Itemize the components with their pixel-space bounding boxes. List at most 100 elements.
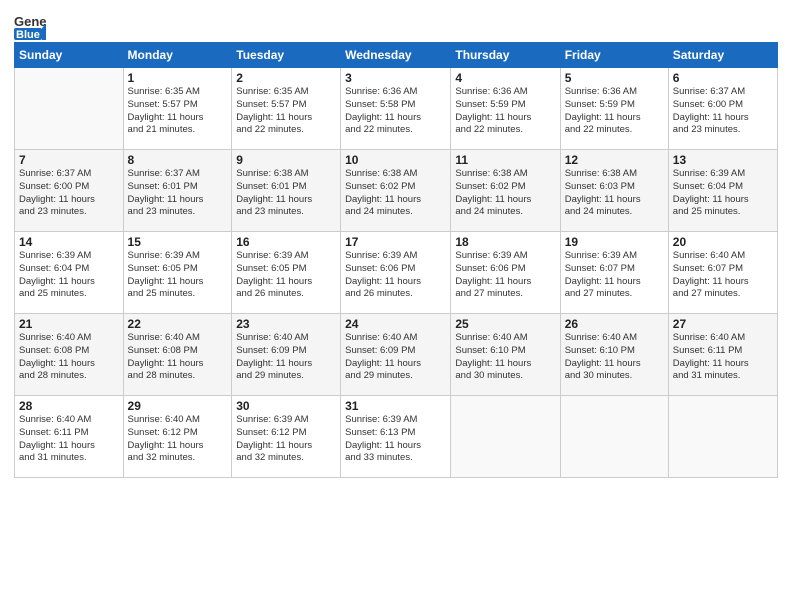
calendar-cell: 19Sunrise: 6:39 AM Sunset: 6:07 PM Dayli… bbox=[560, 232, 668, 314]
calendar-cell: 20Sunrise: 6:40 AM Sunset: 6:07 PM Dayli… bbox=[668, 232, 777, 314]
day-info: Sunrise: 6:39 AM Sunset: 6:04 PM Dayligh… bbox=[19, 250, 119, 301]
calendar-cell bbox=[560, 396, 668, 478]
day-info: Sunrise: 6:35 AM Sunset: 5:57 PM Dayligh… bbox=[128, 86, 228, 137]
calendar-cell: 25Sunrise: 6:40 AM Sunset: 6:10 PM Dayli… bbox=[451, 314, 560, 396]
calendar-cell: 22Sunrise: 6:40 AM Sunset: 6:08 PM Dayli… bbox=[123, 314, 232, 396]
day-number: 19 bbox=[565, 235, 664, 249]
calendar-cell: 30Sunrise: 6:39 AM Sunset: 6:12 PM Dayli… bbox=[232, 396, 341, 478]
day-number: 20 bbox=[673, 235, 773, 249]
day-info: Sunrise: 6:40 AM Sunset: 6:11 PM Dayligh… bbox=[673, 332, 773, 383]
calendar-cell: 1Sunrise: 6:35 AM Sunset: 5:57 PM Daylig… bbox=[123, 68, 232, 150]
day-number: 21 bbox=[19, 317, 119, 331]
day-info: Sunrise: 6:38 AM Sunset: 6:01 PM Dayligh… bbox=[236, 168, 336, 219]
day-number: 30 bbox=[236, 399, 336, 413]
calendar-cell: 17Sunrise: 6:39 AM Sunset: 6:06 PM Dayli… bbox=[341, 232, 451, 314]
calendar-header-wednesday: Wednesday bbox=[341, 43, 451, 68]
calendar-cell: 23Sunrise: 6:40 AM Sunset: 6:09 PM Dayli… bbox=[232, 314, 341, 396]
day-number: 12 bbox=[565, 153, 664, 167]
day-number: 3 bbox=[345, 71, 446, 85]
calendar-header-tuesday: Tuesday bbox=[232, 43, 341, 68]
calendar-cell: 31Sunrise: 6:39 AM Sunset: 6:13 PM Dayli… bbox=[341, 396, 451, 478]
calendar-cell: 18Sunrise: 6:39 AM Sunset: 6:06 PM Dayli… bbox=[451, 232, 560, 314]
calendar-cell: 27Sunrise: 6:40 AM Sunset: 6:11 PM Dayli… bbox=[668, 314, 777, 396]
day-info: Sunrise: 6:37 AM Sunset: 6:00 PM Dayligh… bbox=[19, 168, 119, 219]
day-number: 13 bbox=[673, 153, 773, 167]
day-number: 15 bbox=[128, 235, 228, 249]
day-number: 14 bbox=[19, 235, 119, 249]
day-number: 1 bbox=[128, 71, 228, 85]
day-number: 11 bbox=[455, 153, 555, 167]
calendar-header-monday: Monday bbox=[123, 43, 232, 68]
day-info: Sunrise: 6:36 AM Sunset: 5:59 PM Dayligh… bbox=[565, 86, 664, 137]
calendar-cell: 11Sunrise: 6:38 AM Sunset: 6:02 PM Dayli… bbox=[451, 150, 560, 232]
calendar-cell: 7Sunrise: 6:37 AM Sunset: 6:00 PM Daylig… bbox=[15, 150, 124, 232]
day-info: Sunrise: 6:36 AM Sunset: 5:59 PM Dayligh… bbox=[455, 86, 555, 137]
calendar-header-sunday: Sunday bbox=[15, 43, 124, 68]
day-number: 22 bbox=[128, 317, 228, 331]
calendar-cell: 10Sunrise: 6:38 AM Sunset: 6:02 PM Dayli… bbox=[341, 150, 451, 232]
calendar-header-friday: Friday bbox=[560, 43, 668, 68]
calendar-cell: 14Sunrise: 6:39 AM Sunset: 6:04 PM Dayli… bbox=[15, 232, 124, 314]
header: General Blue bbox=[14, 10, 778, 38]
calendar-cell: 29Sunrise: 6:40 AM Sunset: 6:12 PM Dayli… bbox=[123, 396, 232, 478]
calendar-cell: 24Sunrise: 6:40 AM Sunset: 6:09 PM Dayli… bbox=[341, 314, 451, 396]
calendar-header-row: SundayMondayTuesdayWednesdayThursdayFrid… bbox=[15, 43, 778, 68]
calendar-cell: 16Sunrise: 6:39 AM Sunset: 6:05 PM Dayli… bbox=[232, 232, 341, 314]
day-info: Sunrise: 6:40 AM Sunset: 6:10 PM Dayligh… bbox=[565, 332, 664, 383]
day-info: Sunrise: 6:38 AM Sunset: 6:03 PM Dayligh… bbox=[565, 168, 664, 219]
calendar-cell: 5Sunrise: 6:36 AM Sunset: 5:59 PM Daylig… bbox=[560, 68, 668, 150]
calendar-week-row: 28Sunrise: 6:40 AM Sunset: 6:11 PM Dayli… bbox=[15, 396, 778, 478]
logo-icon: General Blue bbox=[14, 10, 46, 42]
day-number: 8 bbox=[128, 153, 228, 167]
day-info: Sunrise: 6:39 AM Sunset: 6:06 PM Dayligh… bbox=[455, 250, 555, 301]
calendar-week-row: 7Sunrise: 6:37 AM Sunset: 6:00 PM Daylig… bbox=[15, 150, 778, 232]
calendar-week-row: 14Sunrise: 6:39 AM Sunset: 6:04 PM Dayli… bbox=[15, 232, 778, 314]
calendar-cell: 3Sunrise: 6:36 AM Sunset: 5:58 PM Daylig… bbox=[341, 68, 451, 150]
calendar-cell: 4Sunrise: 6:36 AM Sunset: 5:59 PM Daylig… bbox=[451, 68, 560, 150]
calendar-cell bbox=[451, 396, 560, 478]
calendar-header-saturday: Saturday bbox=[668, 43, 777, 68]
calendar-week-row: 1Sunrise: 6:35 AM Sunset: 5:57 PM Daylig… bbox=[15, 68, 778, 150]
day-number: 24 bbox=[345, 317, 446, 331]
calendar-cell: 28Sunrise: 6:40 AM Sunset: 6:11 PM Dayli… bbox=[15, 396, 124, 478]
svg-text:General: General bbox=[14, 14, 46, 29]
day-number: 26 bbox=[565, 317, 664, 331]
day-number: 5 bbox=[565, 71, 664, 85]
calendar-header-thursday: Thursday bbox=[451, 43, 560, 68]
calendar-cell: 15Sunrise: 6:39 AM Sunset: 6:05 PM Dayli… bbox=[123, 232, 232, 314]
day-number: 31 bbox=[345, 399, 446, 413]
day-number: 10 bbox=[345, 153, 446, 167]
day-number: 9 bbox=[236, 153, 336, 167]
day-info: Sunrise: 6:40 AM Sunset: 6:12 PM Dayligh… bbox=[128, 414, 228, 465]
day-number: 25 bbox=[455, 317, 555, 331]
day-number: 28 bbox=[19, 399, 119, 413]
day-info: Sunrise: 6:40 AM Sunset: 6:08 PM Dayligh… bbox=[128, 332, 228, 383]
calendar-cell bbox=[668, 396, 777, 478]
day-info: Sunrise: 6:39 AM Sunset: 6:06 PM Dayligh… bbox=[345, 250, 446, 301]
day-info: Sunrise: 6:37 AM Sunset: 6:01 PM Dayligh… bbox=[128, 168, 228, 219]
day-info: Sunrise: 6:40 AM Sunset: 6:09 PM Dayligh… bbox=[236, 332, 336, 383]
day-info: Sunrise: 6:40 AM Sunset: 6:07 PM Dayligh… bbox=[673, 250, 773, 301]
calendar-cell: 13Sunrise: 6:39 AM Sunset: 6:04 PM Dayli… bbox=[668, 150, 777, 232]
day-number: 6 bbox=[673, 71, 773, 85]
logo: General Blue bbox=[14, 10, 46, 38]
day-info: Sunrise: 6:39 AM Sunset: 6:07 PM Dayligh… bbox=[565, 250, 664, 301]
calendar-cell: 12Sunrise: 6:38 AM Sunset: 6:03 PM Dayli… bbox=[560, 150, 668, 232]
day-number: 23 bbox=[236, 317, 336, 331]
day-info: Sunrise: 6:39 AM Sunset: 6:12 PM Dayligh… bbox=[236, 414, 336, 465]
calendar-week-row: 21Sunrise: 6:40 AM Sunset: 6:08 PM Dayli… bbox=[15, 314, 778, 396]
day-number: 4 bbox=[455, 71, 555, 85]
day-number: 2 bbox=[236, 71, 336, 85]
day-number: 16 bbox=[236, 235, 336, 249]
day-info: Sunrise: 6:40 AM Sunset: 6:08 PM Dayligh… bbox=[19, 332, 119, 383]
calendar-cell: 6Sunrise: 6:37 AM Sunset: 6:00 PM Daylig… bbox=[668, 68, 777, 150]
day-number: 18 bbox=[455, 235, 555, 249]
day-info: Sunrise: 6:39 AM Sunset: 6:04 PM Dayligh… bbox=[673, 168, 773, 219]
day-info: Sunrise: 6:39 AM Sunset: 6:13 PM Dayligh… bbox=[345, 414, 446, 465]
day-info: Sunrise: 6:40 AM Sunset: 6:09 PM Dayligh… bbox=[345, 332, 446, 383]
day-number: 27 bbox=[673, 317, 773, 331]
calendar-cell: 8Sunrise: 6:37 AM Sunset: 6:01 PM Daylig… bbox=[123, 150, 232, 232]
day-number: 29 bbox=[128, 399, 228, 413]
calendar-cell: 2Sunrise: 6:35 AM Sunset: 5:57 PM Daylig… bbox=[232, 68, 341, 150]
day-info: Sunrise: 6:40 AM Sunset: 6:11 PM Dayligh… bbox=[19, 414, 119, 465]
